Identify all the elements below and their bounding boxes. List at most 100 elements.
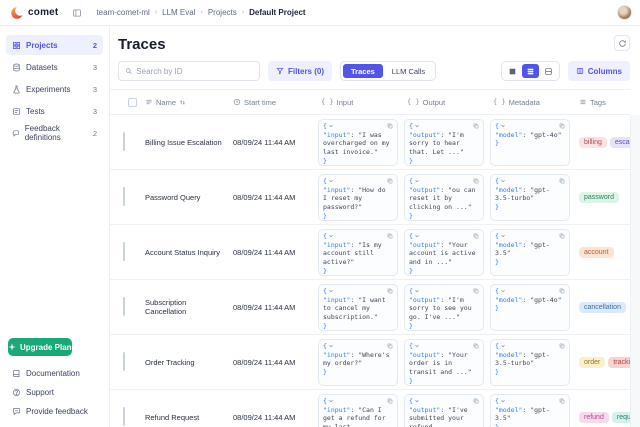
row-checkbox[interactable]: [123, 132, 125, 151]
tag[interactable]: password: [579, 192, 619, 203]
table-row[interactable]: Password Query 08/09/24 11:44 AM { "inpu…: [110, 170, 630, 225]
output-json-cell[interactable]: { "output": "Your account is active and …: [404, 229, 484, 276]
column-header-tags[interactable]: Tags: [574, 98, 630, 107]
upgrade-plan-button[interactable]: Upgrade Plan: [8, 338, 72, 356]
output-json-cell[interactable]: { "output": "I'm sorry to hear that. Let…: [404, 119, 484, 166]
metadata-json-cell[interactable]: { "model": "gpt-3.5" }: [490, 394, 570, 427]
output-json-cell[interactable]: { "output": "ou can reset it by clicking…: [404, 174, 484, 221]
row-checkbox[interactable]: [123, 242, 125, 261]
copy-icon[interactable]: [559, 123, 565, 129]
sidebar-item-support[interactable]: Support: [6, 383, 103, 402]
chevron-down-icon[interactable]: [500, 233, 506, 239]
input-json-cell[interactable]: { "input": "Where's my order?" }: [318, 339, 398, 386]
metadata-json-cell[interactable]: { "model": "gpt-4o" }: [490, 119, 570, 166]
metadata-json-cell[interactable]: { "model": "gpt-3.5-turbo" }: [490, 174, 570, 221]
chevron-down-icon[interactable]: [500, 123, 506, 129]
trace-name[interactable]: Refund Request: [140, 413, 228, 422]
copy-icon[interactable]: [387, 178, 393, 184]
breadcrumb-workspace[interactable]: team-comet-ml: [96, 8, 149, 17]
tab-llm-calls[interactable]: LLM Calls: [384, 64, 433, 78]
input-json-cell[interactable]: { "input": "Is my account still active?"…: [318, 229, 398, 276]
row-checkbox[interactable]: [123, 187, 125, 206]
input-json-cell[interactable]: { "input": "Can I get a refund for my la…: [318, 394, 398, 427]
chevron-down-icon[interactable]: [414, 398, 420, 404]
column-header-output[interactable]: { } Output: [402, 98, 488, 107]
column-header-metadata[interactable]: { } Metadata: [488, 98, 574, 107]
copy-icon[interactable]: [387, 233, 393, 239]
sidebar-item-provide-feedback[interactable]: Provide feedback: [6, 402, 103, 421]
sidebar-item-projects[interactable]: Projects 2: [6, 35, 103, 55]
row-checkbox[interactable]: [123, 407, 125, 426]
table-row[interactable]: Order Tracking 08/09/24 11:44 AM { "inpu…: [110, 335, 630, 390]
tag[interactable]: billing: [579, 137, 607, 148]
tag[interactable]: account: [579, 247, 614, 258]
tag[interactable]: escalation: [610, 137, 630, 148]
copy-icon[interactable]: [473, 343, 479, 349]
copy-icon[interactable]: [559, 398, 565, 404]
sidebar-item-datasets[interactable]: Datasets 3: [6, 57, 103, 77]
copy-icon[interactable]: [559, 178, 565, 184]
metadata-json-cell[interactable]: { "model": "gpt-3.5-turbo" }: [490, 339, 570, 386]
sidebar-item-feedback-definitions[interactable]: Feedback definitions 2: [6, 123, 103, 143]
density-compact-button[interactable]: [504, 64, 521, 78]
tab-traces[interactable]: Traces: [343, 64, 383, 78]
input-json-cell[interactable]: { "input": "How do I reset my password?"…: [318, 174, 398, 221]
row-checkbox[interactable]: [123, 297, 125, 316]
chevron-down-icon[interactable]: [500, 343, 506, 349]
output-json-cell[interactable]: { "output": "I've submitted your refund …: [404, 394, 484, 427]
comet-logo[interactable]: comet: [10, 6, 58, 20]
sort-icon[interactable]: [179, 99, 186, 106]
sidebar-item-documentation[interactable]: Documentation: [6, 364, 103, 383]
table-row[interactable]: Billing Issue Escalation 08/09/24 11:44 …: [110, 115, 630, 170]
vertical-scrollbar[interactable]: [630, 115, 640, 427]
tag[interactable]: tracking: [608, 357, 630, 368]
chevron-down-icon[interactable]: [414, 123, 420, 129]
chevron-down-icon[interactable]: [414, 288, 420, 294]
metadata-json-cell[interactable]: { "model": "gpt-3.5" }: [490, 229, 570, 276]
copy-icon[interactable]: [559, 233, 565, 239]
density-default-button[interactable]: [522, 64, 539, 78]
input-json-cell[interactable]: { "input": "I want to cancel my subscrip…: [318, 284, 398, 331]
trace-name[interactable]: Account Status Inquiry: [140, 248, 228, 257]
chevron-down-icon[interactable]: [328, 178, 334, 184]
copy-icon[interactable]: [387, 123, 393, 129]
tag[interactable]: cancellation: [579, 302, 626, 313]
metadata-json-cell[interactable]: { "model": "gpt-4o" }: [490, 284, 570, 331]
chevron-down-icon[interactable]: [414, 233, 420, 239]
table-row[interactable]: Refund Request 08/09/24 11:44 AM { "inpu…: [110, 390, 630, 427]
refresh-button[interactable]: [614, 35, 630, 51]
filters-button[interactable]: Filters (0): [268, 61, 332, 81]
chevron-down-icon[interactable]: [414, 343, 420, 349]
chevron-down-icon[interactable]: [500, 398, 506, 404]
breadcrumb-section[interactable]: LLM Eval: [162, 8, 195, 17]
column-header-start-time[interactable]: Start time: [228, 98, 316, 107]
copy-icon[interactable]: [387, 398, 393, 404]
avatar[interactable]: [617, 5, 632, 20]
sidebar-collapse-icon[interactable]: [72, 8, 82, 18]
chevron-down-icon[interactable]: [414, 178, 420, 184]
input-json-cell[interactable]: { "input": "I was overcharged on my last…: [318, 119, 398, 166]
table-row[interactable]: Account Status Inquiry 08/09/24 11:44 AM…: [110, 225, 630, 280]
copy-icon[interactable]: [559, 343, 565, 349]
trace-name[interactable]: Password Query: [140, 193, 228, 202]
output-json-cell[interactable]: { "output": "I'm sorry to see you go. I'…: [404, 284, 484, 331]
tag[interactable]: request: [612, 412, 630, 423]
copy-icon[interactable]: [473, 233, 479, 239]
chevron-down-icon[interactable]: [328, 288, 334, 294]
tag[interactable]: order: [579, 357, 605, 368]
tag[interactable]: refund: [579, 412, 609, 423]
chevron-down-icon[interactable]: [328, 123, 334, 129]
trace-name[interactable]: Order Tracking: [140, 358, 228, 367]
copy-icon[interactable]: [473, 123, 479, 129]
chevron-down-icon[interactable]: [328, 398, 334, 404]
trace-name[interactable]: Subscription Cancellation: [140, 298, 228, 316]
select-all-checkbox[interactable]: [128, 98, 137, 107]
copy-icon[interactable]: [387, 343, 393, 349]
copy-icon[interactable]: [559, 288, 565, 294]
breadcrumb-projects[interactable]: Projects: [208, 8, 237, 17]
output-json-cell[interactable]: { "output": "Your order is in transit an…: [404, 339, 484, 386]
sidebar-item-tests[interactable]: Tests 3: [6, 101, 103, 121]
columns-button[interactable]: Columns: [568, 61, 630, 81]
density-comfortable-button[interactable]: [540, 64, 557, 78]
trace-name[interactable]: Billing Issue Escalation: [140, 138, 228, 147]
